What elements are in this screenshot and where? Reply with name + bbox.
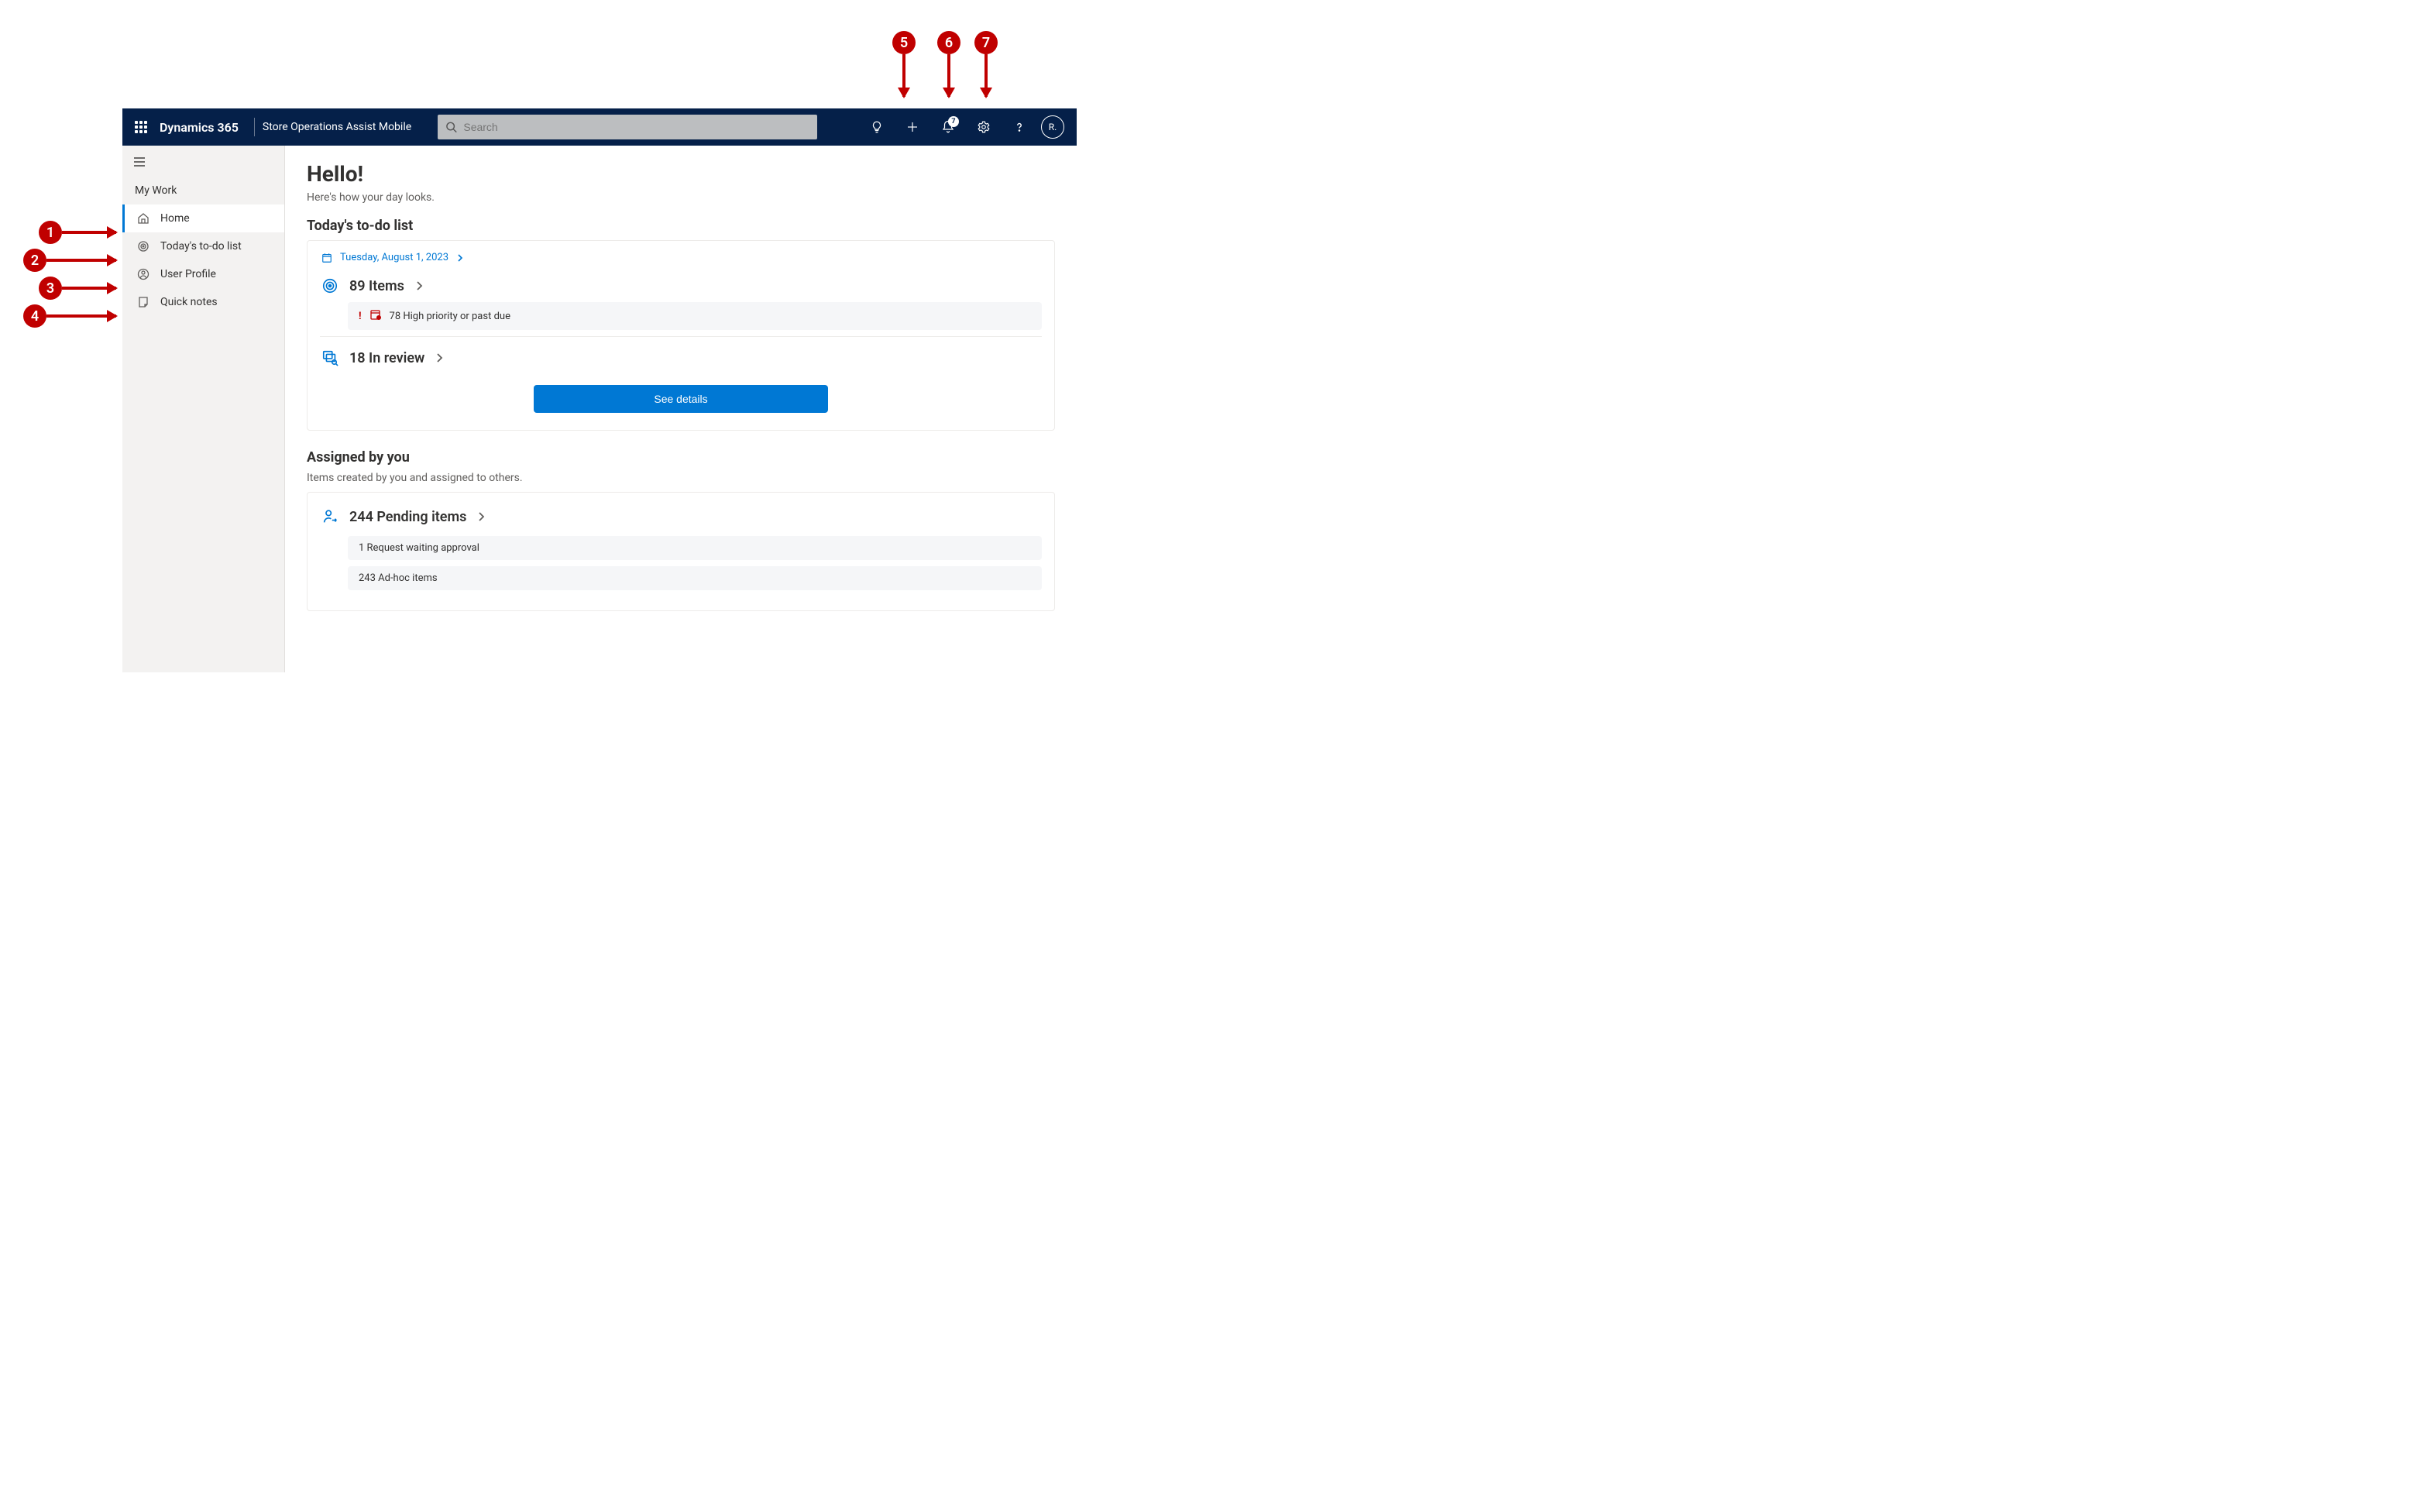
annotation-arrow xyxy=(947,54,950,97)
sidebar-item-todo[interactable]: Today's to-do list xyxy=(122,232,284,260)
notifications-button[interactable]: 7 xyxy=(931,108,965,146)
date-label: Tuesday, August 1, 2023 xyxy=(340,252,448,263)
annotation-1: 1 xyxy=(39,221,116,244)
todo-card: Tuesday, August 1, 2023 89 Items ! 78 Hi xyxy=(307,240,1055,431)
hamburger-icon xyxy=(133,156,146,168)
pending-count-label: 244 Pending items xyxy=(349,509,466,525)
assigned-sub-row: 1 Request waiting approval xyxy=(348,536,1042,560)
see-details-button[interactable]: See details xyxy=(534,385,828,413)
divider xyxy=(320,336,1042,337)
annotation-arrow xyxy=(62,231,116,234)
waffle-icon xyxy=(135,121,147,133)
main-content: Hello! Here's how your day looks. Today'… xyxy=(285,146,1077,672)
annotation-bubble: 7 xyxy=(974,31,998,54)
settings-button[interactable] xyxy=(967,108,1001,146)
annotation-7: 7 xyxy=(974,31,998,97)
annotation-arrow xyxy=(46,314,116,318)
items-row[interactable]: 89 Items xyxy=(320,273,1042,302)
search-box[interactable] xyxy=(438,115,817,139)
nav-label: User Profile xyxy=(160,268,216,280)
header-divider xyxy=(254,118,255,136)
app-frame: Dynamics 365 Store Operations Assist Mob… xyxy=(122,108,1077,672)
annotation-arrow xyxy=(62,287,116,290)
target-icon xyxy=(321,277,338,294)
nav-label: Home xyxy=(160,212,190,225)
date-selector[interactable]: Tuesday, August 1, 2023 xyxy=(320,252,1042,273)
gear-icon xyxy=(977,120,991,134)
person-arrow-icon xyxy=(321,508,338,525)
annotation-bubble: 6 xyxy=(937,31,960,54)
review-icon xyxy=(321,349,338,366)
annotation-bubble: 2 xyxy=(23,249,46,272)
home-icon xyxy=(137,212,149,225)
sidebar-item-home[interactable]: Home xyxy=(122,204,284,232)
lightbulb-button[interactable] xyxy=(860,108,894,146)
lightbulb-icon xyxy=(870,120,884,134)
items-count-label: 89 Items xyxy=(349,278,404,294)
search-icon xyxy=(445,121,457,133)
header-actions: 7 R. xyxy=(860,108,1070,146)
annotation-3: 3 xyxy=(39,277,116,300)
chevron-right-icon xyxy=(477,512,486,521)
priority-alert: ! 78 High priority or past due xyxy=(348,302,1042,330)
sidebar: My Work Home Today's to-do list User Pro… xyxy=(122,146,285,672)
note-icon xyxy=(137,296,149,308)
app-name: Store Operations Assist Mobile xyxy=(263,121,424,133)
search-input[interactable] xyxy=(463,121,809,133)
notification-badge: 7 xyxy=(948,116,959,127)
annotation-6: 6 xyxy=(937,31,960,97)
pending-row[interactable]: 244 Pending items xyxy=(320,503,1042,533)
target-icon xyxy=(137,240,149,253)
annotation-arrow xyxy=(46,259,116,262)
assigned-sub-row: 243 Ad-hoc items xyxy=(348,566,1042,590)
annotation-bubble: 1 xyxy=(39,221,62,244)
assigned-section-sub: Items created by you and assigned to oth… xyxy=(307,472,1055,484)
annotation-bubble: 3 xyxy=(39,277,62,300)
review-count-label: 18 In review xyxy=(349,350,424,366)
alert-text: 78 High priority or past due xyxy=(390,311,510,322)
annotation-5: 5 xyxy=(892,31,916,97)
nav-label: Today's to-do list xyxy=(160,240,242,253)
header-bar: Dynamics 365 Store Operations Assist Mob… xyxy=(122,108,1077,146)
sidebar-section-title: My Work xyxy=(122,174,284,204)
annotation-bubble: 5 xyxy=(892,31,916,54)
assigned-card: 244 Pending items 1 Request waiting appr… xyxy=(307,492,1055,611)
annotation-arrow xyxy=(984,54,988,97)
greeting-subtitle: Here's how your day looks. xyxy=(307,191,1055,204)
app-launcher-button[interactable] xyxy=(129,115,153,139)
calendar-alert-icon xyxy=(369,308,382,324)
sidebar-item-profile[interactable]: User Profile xyxy=(122,260,284,288)
annotation-4: 4 xyxy=(23,304,116,328)
help-button[interactable] xyxy=(1002,108,1036,146)
review-row[interactable]: 18 In review xyxy=(320,345,1042,374)
chevron-right-icon xyxy=(415,281,424,290)
assigned-section-title: Assigned by you xyxy=(307,449,1055,466)
user-avatar[interactable]: R. xyxy=(1041,115,1064,139)
sidebar-item-notes[interactable]: Quick notes xyxy=(122,288,284,316)
todo-section-title: Today's to-do list xyxy=(307,218,1055,234)
add-button[interactable] xyxy=(895,108,930,146)
greeting-title: Hello! xyxy=(307,161,1055,187)
app-body: My Work Home Today's to-do list User Pro… xyxy=(122,146,1077,672)
user-icon xyxy=(137,268,149,280)
plus-icon xyxy=(905,120,919,134)
sidebar-toggle[interactable] xyxy=(125,150,153,174)
exclamation-icon: ! xyxy=(359,311,362,322)
annotation-bubble: 4 xyxy=(23,304,46,328)
product-name: Dynamics 365 xyxy=(156,120,246,135)
chevron-right-icon xyxy=(456,254,464,262)
annotation-arrow xyxy=(902,54,905,97)
question-icon xyxy=(1012,120,1026,134)
calendar-icon xyxy=(321,253,332,263)
nav-label: Quick notes xyxy=(160,296,218,308)
chevron-right-icon xyxy=(435,353,445,363)
annotation-2: 2 xyxy=(23,249,116,272)
